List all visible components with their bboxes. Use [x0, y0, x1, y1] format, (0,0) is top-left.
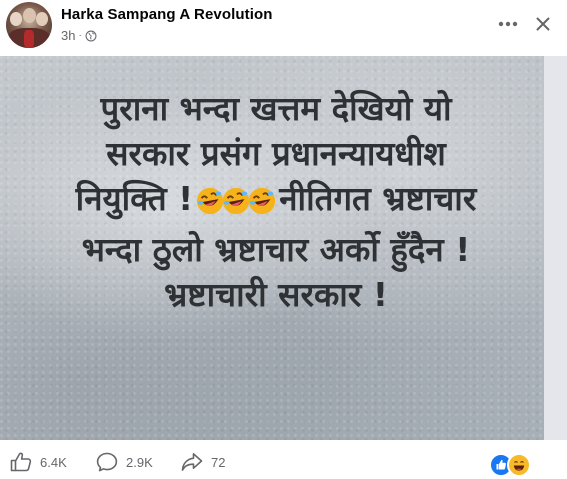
reaction-summary[interactable]: [489, 453, 533, 477]
comment-count: 2.9K: [126, 454, 153, 470]
post-header: Harka Sampang A Revolution 3h ·: [0, 0, 567, 52]
post-actions: 6.4K 2.9K 72: [0, 440, 567, 479]
meta-separator: ·: [78, 30, 82, 41]
post-time[interactable]: 3h: [61, 28, 75, 43]
laughing-emoji-group: [197, 182, 276, 227]
ellipsis-icon: [498, 21, 518, 27]
more-options-button[interactable]: [496, 14, 520, 34]
quote-line-1: पुराना भन्दा खत्तम देखियो यो: [100, 89, 452, 128]
image-side-bar: [544, 56, 567, 440]
hide-post-button[interactable]: [531, 12, 555, 36]
facebook-post: Harka Sampang A Revolution 3h · पुराना भ…: [0, 0, 567, 479]
quote-line-3-start: नियुक्ति !: [75, 179, 194, 218]
author-avatar[interactable]: [6, 2, 52, 48]
post-image-text: पुराना भन्दा खत्तम देखियो यो सरकार प्रसं…: [36, 86, 516, 317]
laugh-reaction-icon: [507, 453, 531, 477]
like-count: 6.4K: [40, 454, 67, 470]
quote-line-5: भ्रष्टाचारी सरकार !: [164, 275, 388, 314]
share-icon: [181, 453, 203, 471]
share-count: 72: [211, 454, 226, 470]
share-button[interactable]: 72: [181, 452, 225, 472]
comment-icon: [96, 452, 118, 472]
post-meta: 3h ·: [61, 28, 97, 43]
like-button[interactable]: 6.4K: [10, 452, 67, 472]
quote-line-2: सरकार प्रसंग प्रधानन्यायधीश: [106, 134, 446, 173]
post-author-name[interactable]: Harka Sampang A Revolution: [61, 6, 273, 23]
rolling-laughing-icon: [249, 187, 276, 215]
close-icon: [536, 17, 550, 31]
thumbs-up-icon: [10, 452, 32, 472]
quote-line-4: भन्दा ठुलो भ्रष्टाचार अर्को हुँदैन !: [81, 230, 471, 269]
quote-line-3-end: नीतिगत भ्रष्टाचार: [279, 179, 477, 218]
comment-button[interactable]: 2.9K: [96, 452, 153, 472]
quote-line-3: नियुक्ति ! नीतिगत भ्रष्टाचार: [36, 176, 516, 227]
globe-icon[interactable]: [85, 30, 97, 42]
